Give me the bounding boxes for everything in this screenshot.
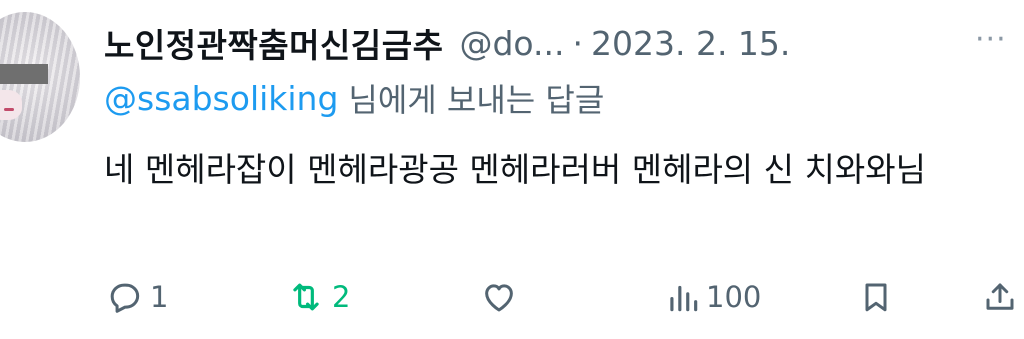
- reply-to-label: 님에게 보내는 답글: [348, 81, 605, 119]
- bookmark-icon: [865, 283, 887, 312]
- tweet-text: 네 멘헤라잡이 멘헤라광공 멘헤라러버 멘헤라의 신 치와와님: [104, 150, 926, 189]
- like-button[interactable]: [480, 272, 518, 322]
- header-separator: ·: [572, 23, 584, 63]
- retweet-count: 2: [332, 280, 351, 314]
- views-button[interactable]: 100: [666, 272, 761, 322]
- reply-count: 1: [150, 280, 169, 314]
- reply-button[interactable]: 1: [106, 272, 168, 322]
- reply-bubble-icon: [110, 283, 140, 313]
- avatar-mouth: [4, 108, 14, 111]
- tweet-header: 노인정관짝춤머신김금추 @do... · 2023. 2. 15.: [104, 18, 790, 68]
- more-options-button[interactable]: ···: [975, 22, 1007, 57]
- action-bar: 1 2 100: [104, 272, 1016, 322]
- author-name[interactable]: 노인정관짝춤머신김금추: [104, 19, 443, 67]
- share-icon: [986, 283, 1014, 310]
- avatar[interactable]: [0, 12, 80, 142]
- views-count: 100: [706, 280, 762, 314]
- retweet-icon: [293, 283, 319, 311]
- tweet-date[interactable]: 2023. 2. 15.: [591, 24, 790, 63]
- reply-context: @ssabsoliking 님에게 보내는 답글: [104, 74, 604, 122]
- avatar-face: [0, 90, 22, 120]
- author-handle[interactable]: @do...: [459, 24, 564, 63]
- reply-to-mention[interactable]: @ssabsoliking: [104, 79, 338, 118]
- heart-icon: [485, 284, 513, 312]
- views-bar-chart-icon: [670, 285, 698, 312]
- bookmark-button[interactable]: [858, 272, 894, 322]
- avatar-censor-bar: [0, 64, 48, 84]
- share-button[interactable]: [982, 272, 1018, 322]
- retweet-button[interactable]: 2: [286, 272, 350, 322]
